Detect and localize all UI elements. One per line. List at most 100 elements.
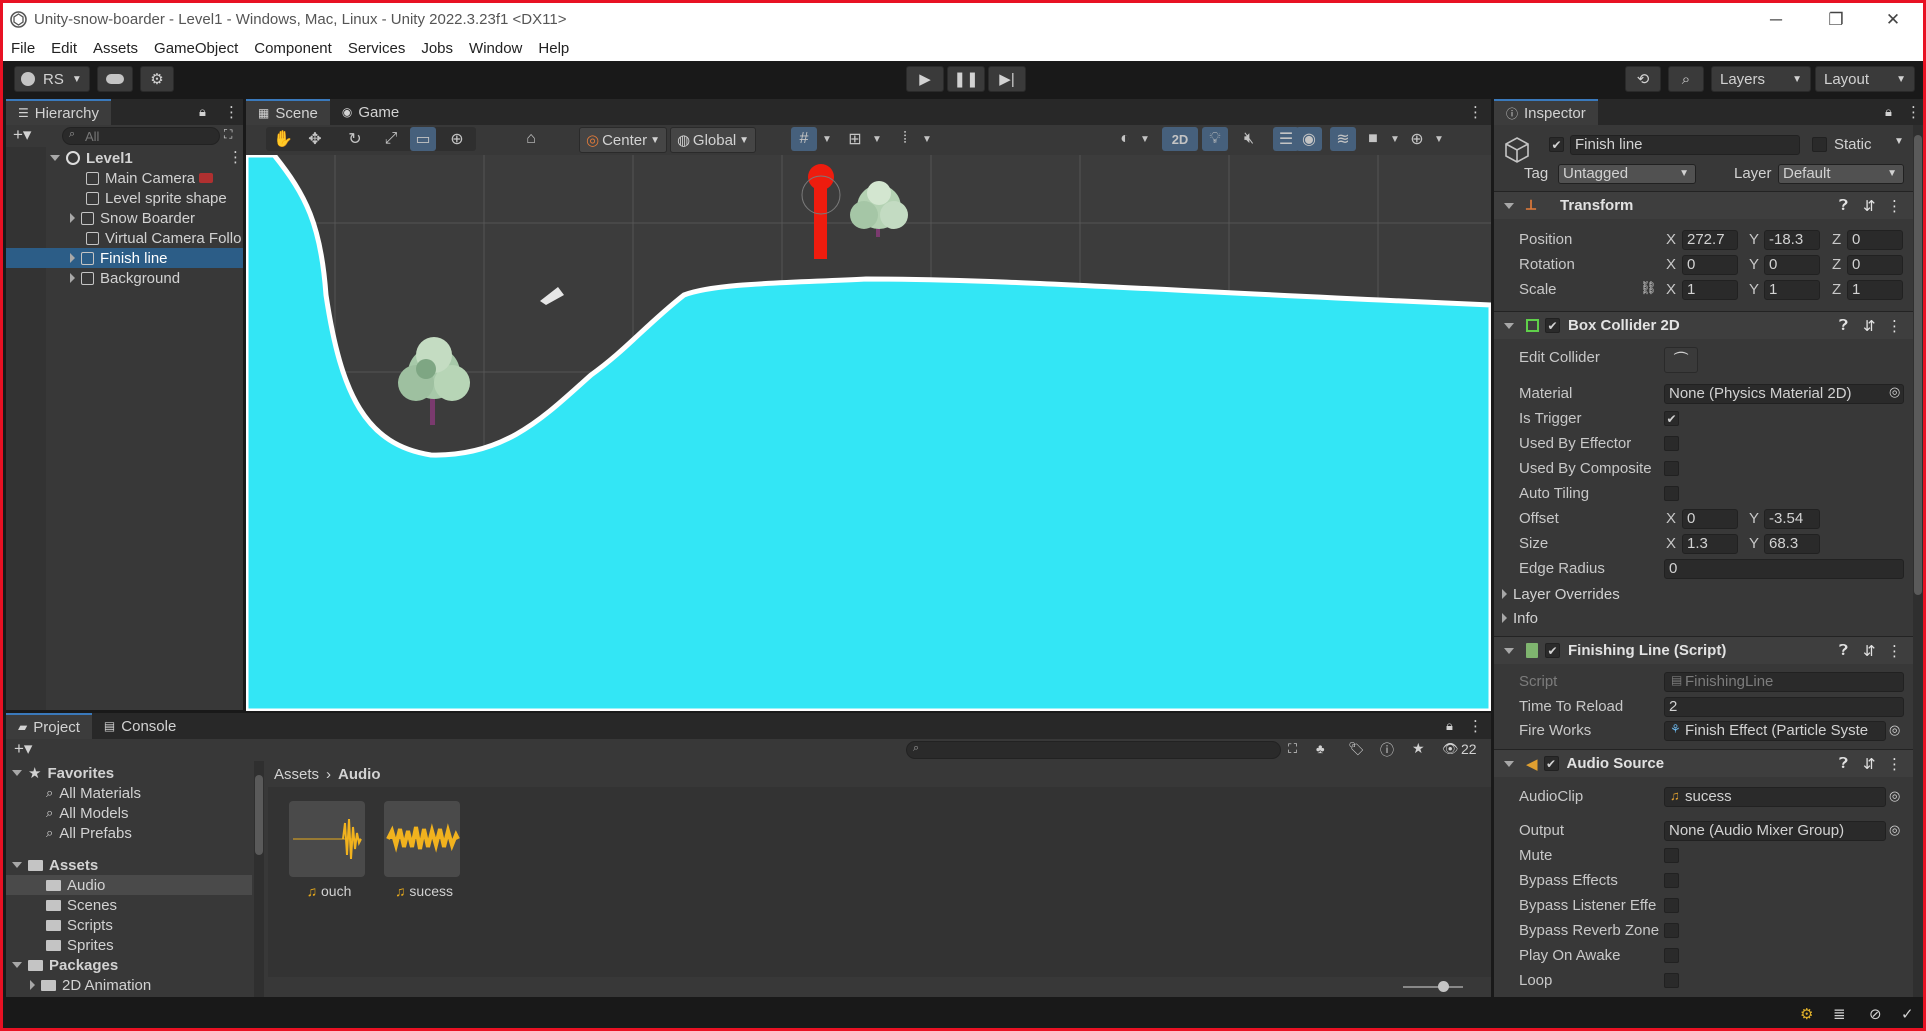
expand-arrow-icon[interactable] (1504, 202, 1514, 209)
scale-z-field[interactable]: 1 (1847, 280, 1903, 300)
step-button[interactable]: ▶| (988, 66, 1026, 92)
hierarchy-item-background[interactable]: Background (6, 268, 243, 288)
pivot-dropdown[interactable]: ◎ Center ▼ (579, 127, 667, 153)
object-picker-icon[interactable]: ◎ (1889, 788, 1900, 804)
layout-dropdown[interactable]: Layout ▼ (1815, 66, 1915, 92)
menu-services[interactable]: Services (348, 40, 406, 57)
minimize-button[interactable]: ─ (1748, 3, 1804, 36)
auto-tiling-checkbox[interactable] (1664, 486, 1679, 501)
object-picker-icon[interactable]: ◎ (1889, 384, 1900, 400)
search-button[interactable]: ⌕ (1668, 66, 1704, 92)
preset-icon[interactable]: ⇵ (1863, 197, 1876, 215)
tab-project[interactable]: ▰ Project (6, 713, 92, 739)
expand-arrow-icon[interactable] (12, 770, 22, 776)
more-menu-icon[interactable]: ⋮ (1906, 103, 1921, 121)
menu-edit[interactable]: Edit (51, 40, 77, 57)
scene-viewport[interactable] (246, 155, 1491, 711)
expand-arrow-icon[interactable] (12, 862, 22, 868)
expand-arrow-icon[interactable] (1504, 760, 1514, 767)
box-collider-enabled-checkbox[interactable]: ✔ (1545, 318, 1560, 333)
hidden-count-icon[interactable]: 👁︎ (1442, 741, 1459, 757)
more-menu-icon[interactable]: ⋮ (1468, 717, 1483, 735)
layers-stack-icon[interactable]: ☰ (1273, 127, 1299, 151)
tab-inspector[interactable]: ⓘ Inspector (1494, 99, 1598, 125)
chevron-down-icon[interactable]: ▼ (1894, 136, 1904, 147)
hierarchy-item-finish-line[interactable]: Finish line (6, 248, 243, 268)
static-checkbox[interactable] (1812, 137, 1827, 152)
menu-jobs[interactable]: Jobs (421, 40, 453, 57)
size-x-field[interactable]: 1.3 (1682, 534, 1738, 554)
edit-collider-button[interactable]: ⏜ (1664, 347, 1698, 373)
help-icon[interactable]: ❓︎ (1839, 642, 1848, 659)
preset-icon[interactable]: ⇵ (1863, 317, 1876, 335)
lock-icon[interactable]: 🔒︎ (1885, 104, 1892, 120)
object-picker-icon[interactable]: ◎ (1889, 822, 1900, 838)
packages-row[interactable]: Packages (12, 955, 118, 975)
offset-y-field[interactable]: -3.54 (1764, 509, 1820, 529)
package-2d-animation[interactable]: 2D Animation (30, 975, 151, 995)
audio-clip-field[interactable]: sucess (1664, 787, 1886, 807)
scrollbar-thumb[interactable] (255, 775, 263, 855)
box-collider-header[interactable]: ✔ Box Collider 2D ❓︎ ⇵ ⋮ (1494, 311, 1923, 339)
folder-scenes[interactable]: Scenes (46, 895, 117, 915)
cache-icon[interactable]: ⊘ (1869, 1005, 1882, 1023)
lock-icon[interactable]: 🔒︎ (199, 104, 206, 120)
scene-canvas[interactable] (246, 155, 1491, 711)
menu-assets[interactable]: Assets (93, 40, 138, 57)
play-button[interactable]: ▶ (906, 66, 944, 92)
layer-overrides-foldout[interactable]: Layer Overrides (1502, 584, 1620, 604)
chevron-down-icon[interactable]: ▼ (1132, 127, 1158, 151)
bypass-effects-checkbox[interactable] (1664, 873, 1679, 888)
zoom-slider-thumb[interactable] (1438, 981, 1449, 992)
chevron-down-icon[interactable]: ▼ (914, 127, 940, 151)
lock-icon[interactable]: 🔒︎ (1446, 718, 1453, 734)
layer-dropdown[interactable]: Default ▼ (1778, 164, 1904, 184)
folder-scripts[interactable]: Scripts (46, 915, 113, 935)
asset-ouch[interactable]: ♫ ouch (289, 801, 369, 901)
expand-arrow-icon[interactable] (1504, 322, 1514, 329)
log-filter-icon[interactable]: ⓘ (1380, 740, 1394, 760)
position-x-field[interactable]: 272.7 (1682, 230, 1738, 250)
rect-tool-icon[interactable]: ▭ (410, 127, 436, 151)
fireworks-field[interactable]: Finish Effect (Particle Syste (1664, 721, 1886, 741)
scale-tool-icon[interactable]: ⤢ (378, 127, 404, 151)
material-field[interactable]: None (Physics Material 2D) (1664, 384, 1904, 404)
history-button[interactable]: ⟲ (1625, 66, 1661, 92)
assets-row[interactable]: Assets (12, 855, 98, 875)
project-search-input[interactable]: ⌕ (906, 741, 1281, 759)
loop-checkbox[interactable] (1664, 973, 1679, 988)
custom-tool-icon[interactable]: ⌂ (518, 127, 544, 151)
scene-row[interactable]: Level1 ⋮ (50, 148, 243, 168)
more-menu-icon[interactable]: ⋮ (224, 103, 239, 121)
rotation-z-field[interactable]: 0 (1847, 255, 1903, 275)
expand-arrow-icon[interactable] (70, 253, 75, 263)
folder-audio[interactable]: Audio (6, 875, 252, 895)
bypass-listener-checkbox[interactable] (1664, 898, 1679, 913)
menu-file[interactable]: File (11, 40, 35, 57)
expand-arrow-icon[interactable] (50, 155, 60, 161)
rotate-tool-icon[interactable]: ↻ (342, 127, 368, 151)
cloud-button[interactable] (97, 66, 133, 92)
hierarchy-item-snow-boarder[interactable]: Snow Boarder (6, 208, 243, 228)
offset-x-field[interactable]: 0 (1682, 509, 1738, 529)
finishing-line-script-header[interactable]: ✔ Finishing Line (Script) ❓︎ ⇵ ⋮ (1494, 636, 1923, 664)
layers-dropdown[interactable]: Layers ▼ (1711, 66, 1811, 92)
tab-console[interactable]: ▤ Console (92, 713, 188, 739)
layers-stack-icon[interactable]: ≣ (1833, 1005, 1846, 1023)
size-y-field[interactable]: 68.3 (1764, 534, 1820, 554)
chevron-down-icon[interactable]: ▼ (1426, 127, 1452, 151)
rotation-y-field[interactable]: 0 (1764, 255, 1820, 275)
transform-tool-icon[interactable]: ⊕ (444, 127, 470, 151)
check-icon[interactable]: ✓ (1901, 1005, 1914, 1023)
time-to-reload-field[interactable]: 2 (1664, 697, 1904, 717)
expand-arrow-icon[interactable] (12, 962, 22, 968)
help-icon[interactable]: ❓︎ (1839, 317, 1848, 334)
mode-2d-toggle[interactable]: 2D (1162, 127, 1198, 151)
collab-button[interactable]: ⚙ (140, 66, 174, 92)
progress-icon[interactable]: ⚙ (1800, 1005, 1813, 1023)
used-by-effector-checkbox[interactable] (1664, 436, 1679, 451)
position-y-field[interactable]: -18.3 (1764, 230, 1820, 250)
label-filter-icon[interactable]: 🏷︎ (1348, 741, 1365, 757)
close-button[interactable]: ✕ (1865, 3, 1921, 36)
add-icon[interactable]: +▾ (14, 739, 32, 759)
